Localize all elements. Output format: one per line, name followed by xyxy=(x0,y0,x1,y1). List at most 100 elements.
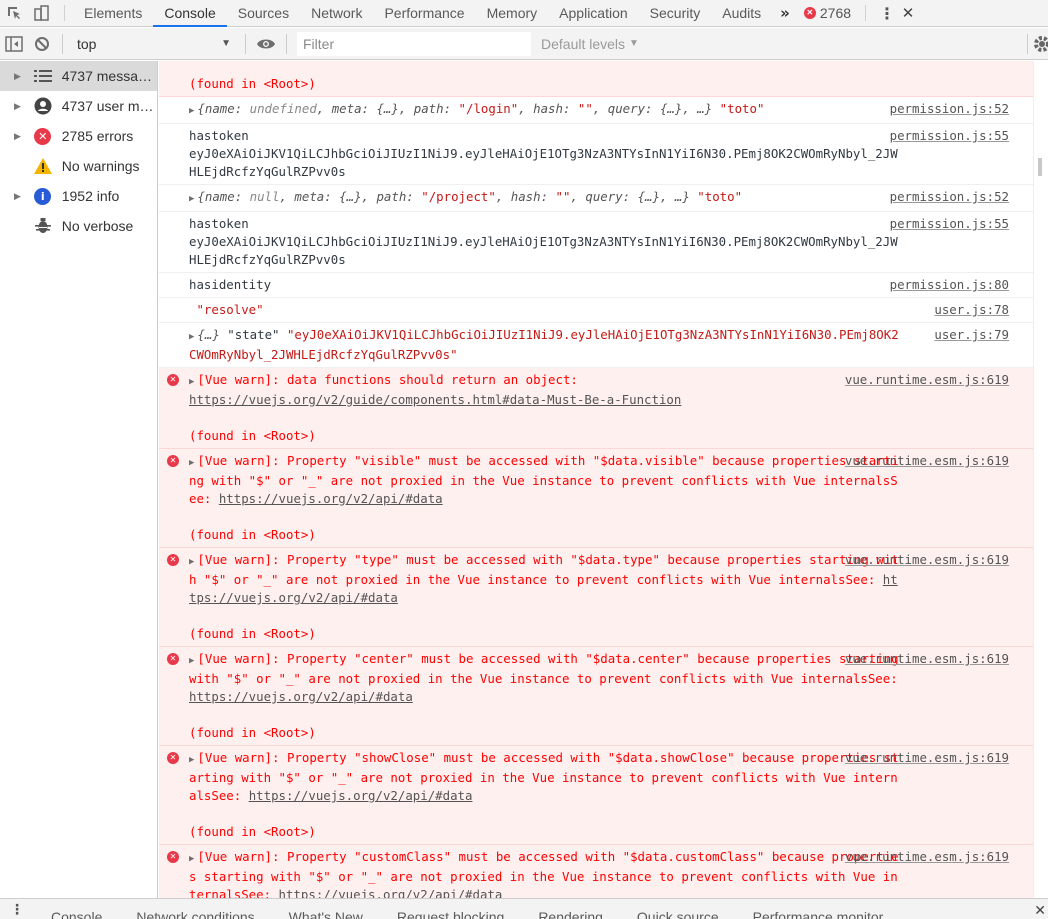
close-devtools-icon[interactable]: ✕ xyxy=(900,0,916,26)
tab-memory[interactable]: Memory xyxy=(476,0,549,26)
message-text: [Vue warn]: Property "center" must be ac… xyxy=(189,651,907,686)
message-text: [Vue warn]: Property "type" must be acce… xyxy=(189,552,899,587)
tab-application[interactable]: Application xyxy=(548,0,639,26)
expand-triangle-icon[interactable]: ▶ xyxy=(14,131,28,142)
expand-triangle-icon[interactable]: ▶ xyxy=(189,332,194,342)
expand-triangle-icon[interactable]: ▶ xyxy=(189,377,194,387)
console-log-message: ▶ {name: undefined, meta: {…}, path: "/lo… xyxy=(159,97,1033,124)
expand-triangle-icon[interactable]: ▶ xyxy=(189,854,194,864)
object-path-value: "/login" xyxy=(458,101,519,116)
sidebar-item-bug[interactable]: No verbose xyxy=(0,211,157,241)
tab-elements[interactable]: Elements xyxy=(73,0,153,26)
message-link[interactable]: https://vuejs.org/v2/api/#data xyxy=(249,788,473,803)
message-link[interactable]: https://vuejs.org/v2/guide/components.ht… xyxy=(189,392,681,407)
divider xyxy=(865,5,867,21)
tab-sources[interactable]: Sources xyxy=(227,0,300,26)
device-toolbar-icon[interactable] xyxy=(28,0,56,26)
sidebar-item-label: 1952 info xyxy=(61,188,120,204)
divider xyxy=(1027,34,1028,54)
drawer-tab-quick-source[interactable]: Quick source xyxy=(620,905,736,919)
live-expression-eye-icon[interactable] xyxy=(252,28,280,59)
message-text: hasidentity xyxy=(189,277,272,292)
sidebar-item-error[interactable]: ▶ ✕ 2785 errors xyxy=(0,121,157,151)
console-error-message: ✕ ▶ [Vue warn]: Property "customClass" mus… xyxy=(159,845,1033,898)
object-path-value: "/project" xyxy=(421,189,496,204)
message-found-in: (found in <Root>) xyxy=(189,527,316,542)
punct: {name: xyxy=(197,101,250,116)
punct: , query: {…}, …} xyxy=(592,101,713,116)
error-icon: ✕ xyxy=(167,752,179,764)
console-settings-gear-icon[interactable] xyxy=(1032,34,1048,54)
sidebar-item-user[interactable]: ▶ 4737 user messages xyxy=(0,91,157,121)
customize-menu-icon[interactable]: ⋮ xyxy=(874,0,900,26)
source-link[interactable]: permission.js:52 xyxy=(890,100,1009,118)
expand-triangle-icon[interactable]: ▶ xyxy=(14,191,28,202)
drawer-menu-icon[interactable]: ⋮ xyxy=(0,901,34,919)
source-link[interactable]: vue.runtime.esm.js:619 xyxy=(845,452,1009,470)
drawer-tab-network-conditions[interactable]: Network conditions xyxy=(119,905,271,919)
close-drawer-icon[interactable]: ✕ xyxy=(1034,903,1046,919)
tab-network[interactable]: Network xyxy=(300,0,373,26)
drawer-tab-performance-monitor[interactable]: Performance monitor xyxy=(736,905,901,919)
console-scrollbar[interactable] xyxy=(1033,61,1048,898)
message-string: "toto" xyxy=(719,101,765,116)
message-found-in: (found in <Root>) xyxy=(189,725,316,740)
divider xyxy=(64,5,65,21)
tab-performance[interactable]: Performance xyxy=(373,0,475,26)
expand-triangle-icon[interactable]: ▶ xyxy=(189,458,194,468)
expand-triangle-icon[interactable]: ▶ xyxy=(189,755,194,765)
expand-triangle-icon[interactable]: ▶ xyxy=(189,656,194,666)
sidebar-item-warning[interactable]: No warnings xyxy=(0,151,157,181)
source-link[interactable]: vue.runtime.esm.js:619 xyxy=(845,749,1009,767)
message-link[interactable]: https://vuejs.org/v2/api/#data xyxy=(279,887,503,898)
drawer-tab-request-blocking[interactable]: Request blocking xyxy=(380,905,521,919)
object-hash-value: "" xyxy=(555,189,571,204)
filter-input[interactable] xyxy=(297,31,531,56)
source-link[interactable]: vue.runtime.esm.js:619 xyxy=(845,848,1009,866)
punct: , query: {…}, …} xyxy=(570,189,690,204)
clear-console-icon[interactable] xyxy=(28,28,56,59)
console-messages: (found in <Root>) ▶ {name: undefined, meta… xyxy=(159,61,1033,898)
more-tabs-button[interactable]: » xyxy=(772,0,798,26)
error-icon-glyph: ✕ xyxy=(34,127,52,145)
object-preview[interactable]: {name: null, meta: {…}, path: "/project"… xyxy=(197,189,689,204)
tab-audits[interactable]: Audits xyxy=(711,0,772,26)
source-link[interactable]: vue.runtime.esm.js:619 xyxy=(845,371,1009,389)
log-levels-dropdown[interactable]: Default levels ▼ xyxy=(541,36,639,52)
object-preview[interactable]: {name: undefined, meta: {…}, path: "/log… xyxy=(197,101,712,116)
object-preview[interactable]: {…} xyxy=(197,327,219,342)
drawer-tab-rendering[interactable]: Rendering xyxy=(521,905,620,919)
object-name-value: undefined xyxy=(249,101,317,116)
sidebar-item-info[interactable]: ▶ i 1952 info xyxy=(0,181,157,211)
console-error-message: (found in <Root>) xyxy=(159,61,1033,97)
expand-triangle-icon[interactable]: ▶ xyxy=(189,106,194,116)
source-link[interactable]: user.js:79 xyxy=(934,326,1009,344)
source-link[interactable]: permission.js:80 xyxy=(890,276,1009,294)
warning-icon xyxy=(32,157,54,175)
error-count-badge[interactable]: ✕ 2768 xyxy=(798,0,857,26)
tab-console[interactable]: Console xyxy=(153,0,228,27)
source-link[interactable]: vue.runtime.esm.js:619 xyxy=(845,650,1009,668)
message-link[interactable]: https://vuejs.org/v2/api/#data xyxy=(219,491,443,506)
inspect-element-icon[interactable] xyxy=(0,0,28,26)
error-icon: ✕ xyxy=(167,374,179,386)
punct: , hash: xyxy=(495,189,556,204)
source-link[interactable]: permission.js:55 xyxy=(890,127,1009,145)
expand-triangle-icon[interactable]: ▶ xyxy=(14,71,28,82)
source-link[interactable]: permission.js:55 xyxy=(890,215,1009,233)
expand-triangle-icon[interactable]: ▶ xyxy=(14,101,28,112)
source-link[interactable]: vue.runtime.esm.js:619 xyxy=(845,551,1009,569)
drawer-tab-what-s-new[interactable]: What's New xyxy=(272,905,380,919)
source-link[interactable]: user.js:78 xyxy=(934,301,1009,319)
drawer-tab-console[interactable]: Console xyxy=(34,905,119,919)
scrollbar-thumb[interactable] xyxy=(1038,158,1042,176)
message-text: (found in <Root>) xyxy=(189,76,316,91)
expand-triangle-icon[interactable]: ▶ xyxy=(189,194,194,204)
sidebar-item-list[interactable]: ▶ 4737 messages xyxy=(0,61,157,91)
context-selector[interactable]: top ▼ xyxy=(69,36,239,52)
expand-triangle-icon[interactable]: ▶ xyxy=(189,557,194,567)
tab-security[interactable]: Security xyxy=(639,0,712,26)
message-link[interactable]: https://vuejs.org/v2/api/#data xyxy=(189,689,413,704)
toggle-sidebar-icon[interactable] xyxy=(0,28,28,59)
source-link[interactable]: permission.js:52 xyxy=(890,188,1009,206)
